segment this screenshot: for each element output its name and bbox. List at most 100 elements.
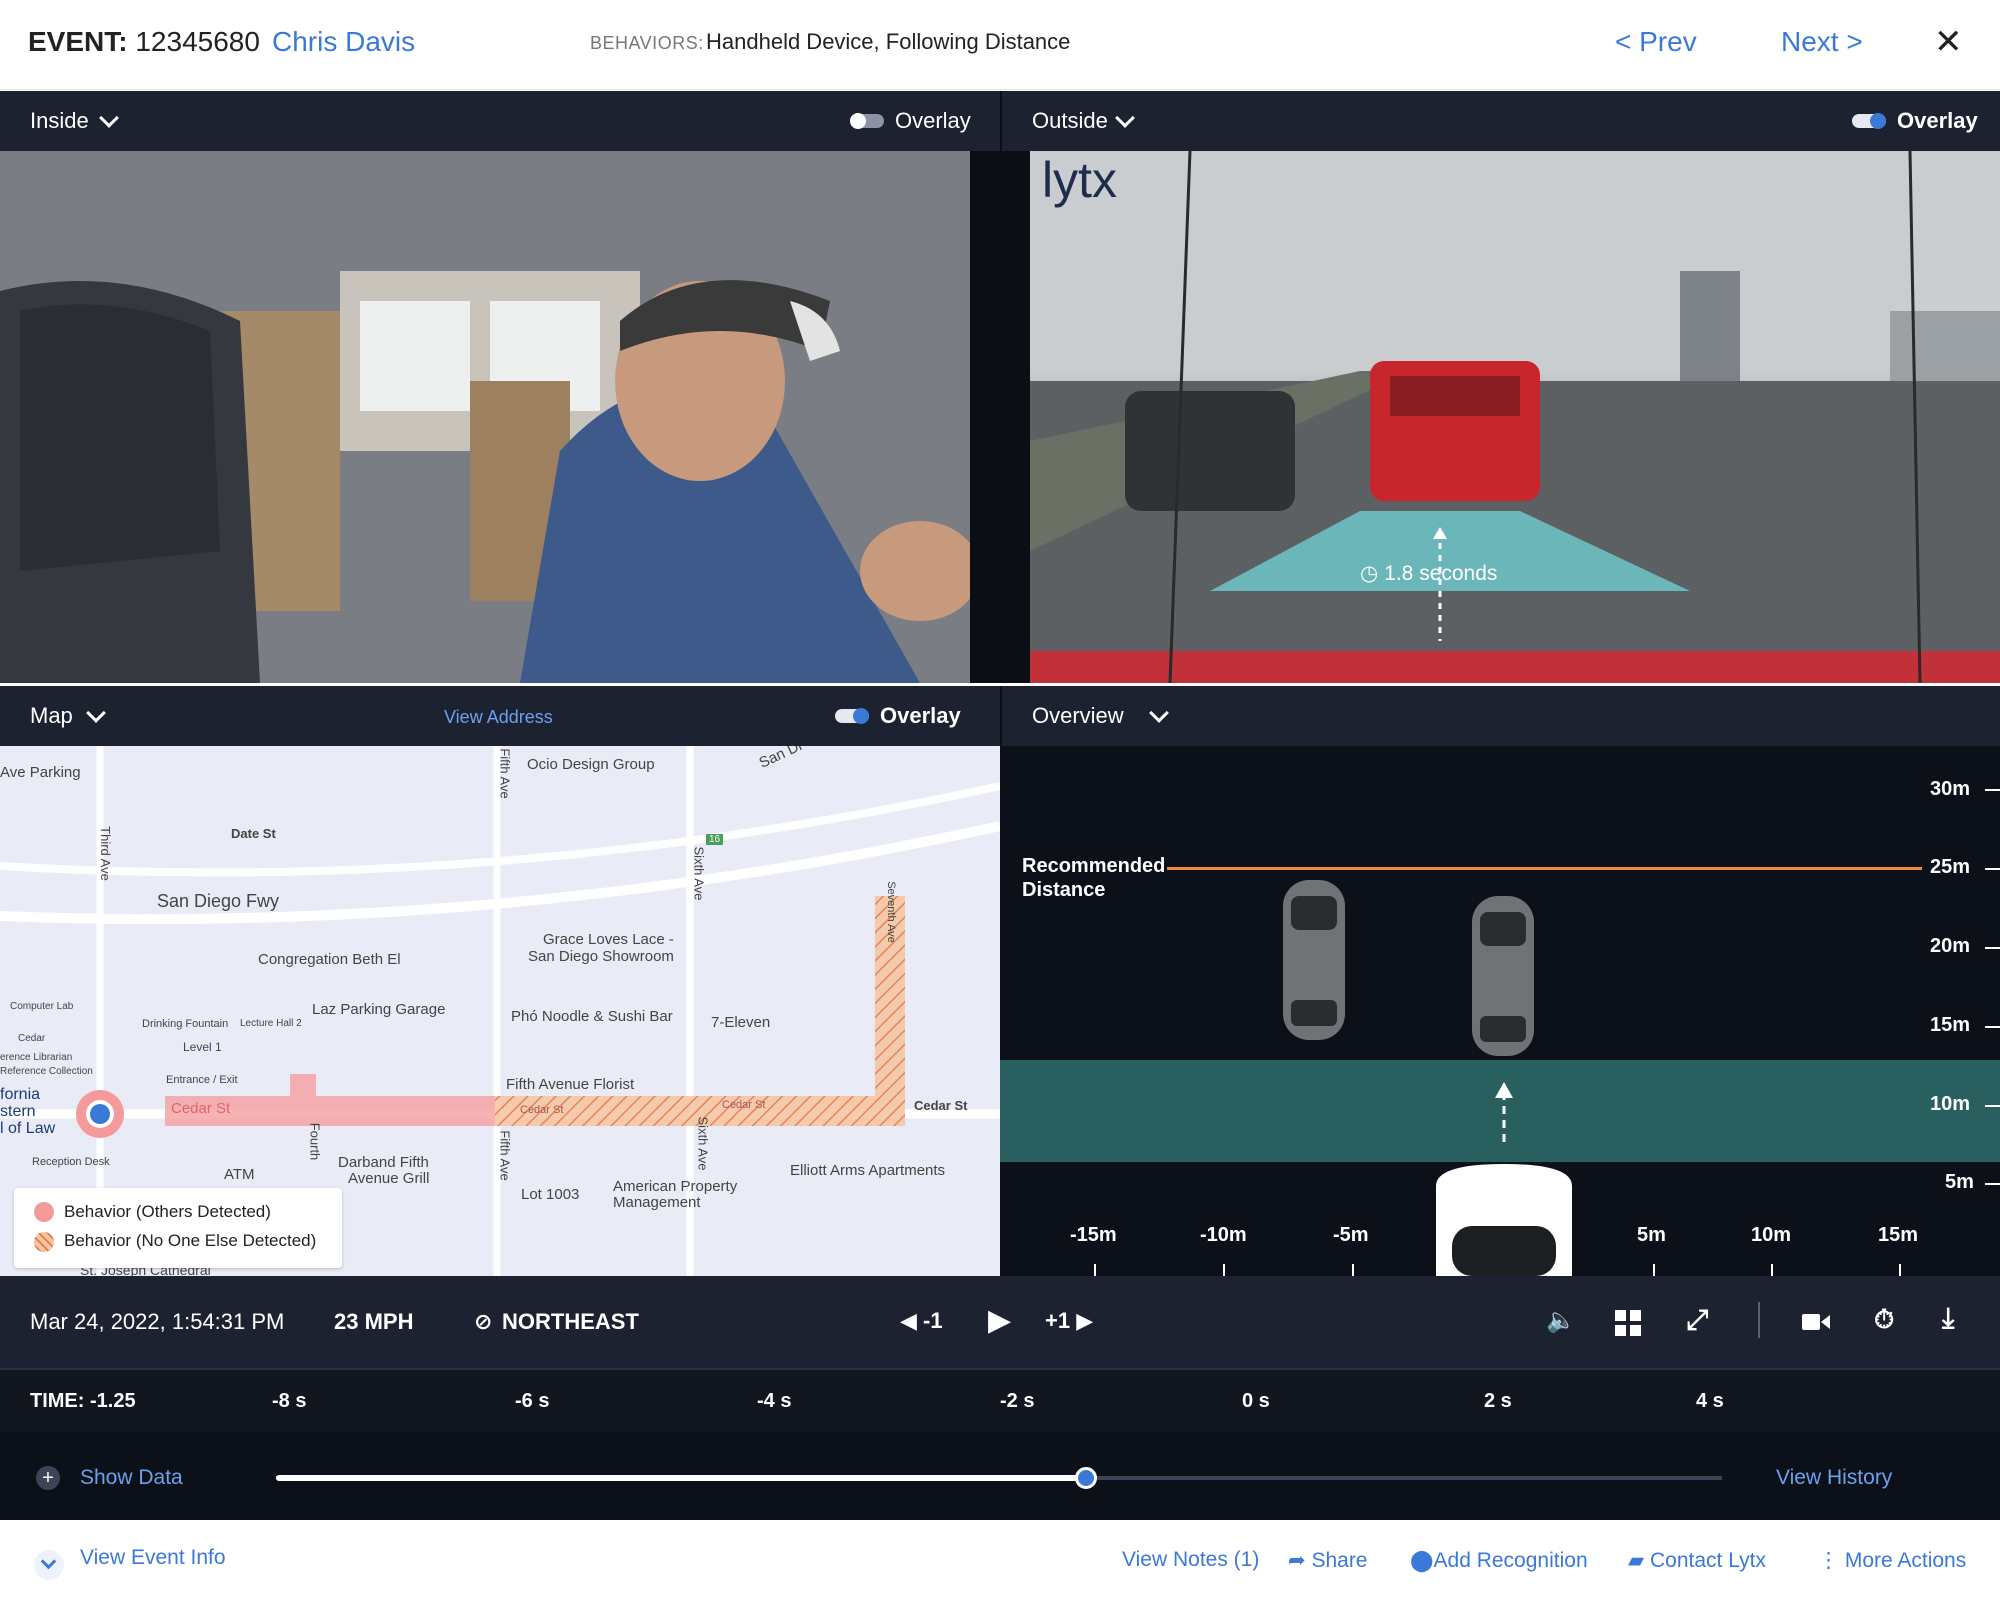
map-view-select[interactable]: Map <box>30 703 73 729</box>
next-button[interactable]: Next > <box>1781 26 1863 58</box>
share-icon: ➦ <box>1288 1549 1306 1572</box>
timeline-tick: -4 s <box>757 1390 792 1412</box>
map-label: Lecture Hall 2 <box>240 1018 302 1029</box>
view-address-link[interactable]: View Address <box>444 707 553 728</box>
map-label: San Diego Fwy <box>157 891 280 911</box>
prev-button[interactable]: < Prev <box>1615 26 1697 58</box>
map-label: Cedar St <box>914 1098 968 1113</box>
chevron-down-icon[interactable] <box>1149 703 1169 723</box>
map-label: ATM <box>224 1166 255 1183</box>
map-label: Drinking Fountain <box>142 1018 229 1030</box>
map-label: 7-Eleven <box>711 1014 771 1031</box>
timeline-tick: -8 s <box>272 1390 307 1412</box>
outside-overlay-toggle[interactable] <box>1852 113 1886 129</box>
volume-icon[interactable]: 🔈 <box>1546 1306 1576 1335</box>
video-camera-icon[interactable] <box>1802 1312 1830 1332</box>
map-label: erence Librarian <box>0 1052 73 1063</box>
timeline-tick: -2 s <box>1000 1390 1035 1412</box>
map-label: fornia <box>0 1086 41 1103</box>
x-scale-label: -10m <box>1200 1224 1247 1246</box>
inside-panel-bar: Inside Overlay <box>0 91 1000 151</box>
map-label: Fifth Avenue Florist <box>506 1076 635 1093</box>
map-label: stern <box>0 1103 36 1120</box>
chevron-down-icon[interactable] <box>34 1550 64 1580</box>
map-label: Level 1 <box>183 1040 222 1054</box>
inside-video-letterbox <box>970 151 1030 683</box>
outside-overlay-label: Overlay <box>1897 108 1978 133</box>
map-label: Date St <box>231 826 276 841</box>
map-label: Reference Collection <box>0 1066 93 1077</box>
map-overlay-toggle[interactable] <box>835 708 869 724</box>
legend-swatch-noone <box>34 1232 54 1252</box>
outside-video-frame <box>1030 151 2000 683</box>
x-scale-label: 10m <box>1751 1224 1792 1246</box>
inside-camera-video[interactable] <box>0 151 970 683</box>
lytx-watermark: lytx <box>1042 152 1117 208</box>
scrub-progress <box>276 1475 1086 1481</box>
legend-label-noone: Behavior (No One Else Detected) <box>64 1231 317 1250</box>
grid-layout-icon[interactable] <box>1615 1310 1641 1336</box>
overview-select[interactable]: Overview <box>1032 703 1124 729</box>
outside-panel-bar: Outside Overlay <box>1000 91 2000 151</box>
view-notes-link[interactable]: View Notes (1) <box>1122 1548 1259 1572</box>
vehicle-speed: 23 MPH <box>334 1309 414 1334</box>
x-scale-label: 5m <box>1637 1224 1666 1246</box>
plus-icon[interactable]: + <box>36 1466 60 1490</box>
chevron-down-icon[interactable] <box>86 703 106 723</box>
step-back-button[interactable]: ◀ -1 <box>900 1308 943 1334</box>
outside-camera-video[interactable]: lytx ◷ 1.8 seconds <box>1030 151 2000 683</box>
more-actions-button[interactable]: ⋮ More Actions <box>1818 1548 1966 1573</box>
kebab-menu-icon: ⋮ <box>1818 1549 1839 1572</box>
step-forward-button[interactable]: +1 ▶ <box>1045 1308 1093 1334</box>
overview-graphics <box>1094 789 2000 1276</box>
play-icon[interactable]: ▶ <box>988 1303 1011 1338</box>
map-label: Seventh Ave <box>884 881 897 943</box>
x-scale-label: -15m <box>1070 1224 1117 1246</box>
inside-video-frame <box>0 151 970 683</box>
fullscreen-icon[interactable]: ⤢ <box>1686 1304 1708 1337</box>
map-label: Cedar St <box>171 1100 231 1117</box>
close-icon[interactable]: ✕ <box>1934 22 1963 62</box>
share-button[interactable]: ➦ Share <box>1288 1548 1368 1573</box>
overview-panel-bar: Overview <box>1000 686 2000 746</box>
map-label: Management <box>613 1194 701 1211</box>
download-icon[interactable]: ⤓ <box>1942 1302 1954 1335</box>
event-title: EVENT: 12345680 <box>28 26 260 57</box>
scrub-bar: + Show Data View History <box>0 1432 2000 1520</box>
map-label: l of Law <box>0 1120 56 1137</box>
map-label: Laz Parking Garage <box>312 1001 446 1018</box>
outside-camera-select[interactable]: Outside <box>1032 108 1108 134</box>
map-label: Computer Lab <box>10 1001 74 1012</box>
map-label: Sixth Ave <box>691 846 707 901</box>
contact-lytx-button[interactable]: ▰ Contact Lytx <box>1628 1548 1766 1573</box>
map-label: Ocio Design Group <box>527 756 655 773</box>
view-event-info-link[interactable]: View Event Info <box>80 1546 226 1570</box>
chevron-down-icon[interactable] <box>99 108 119 128</box>
behaviors-value: Handheld Device, Following Distance <box>706 29 1071 54</box>
map-label: Avenue Grill <box>348 1170 430 1187</box>
show-data-link[interactable]: Show Data <box>80 1466 183 1490</box>
map-label: Congregation Beth El <box>258 951 401 968</box>
following-distance-overview: Recommended Distance 30m 25m 20m 15m 10m … <box>1000 746 2000 1276</box>
legend-label-others: Behavior (Others Detected) <box>64 1202 271 1221</box>
scrub-handle[interactable] <box>1074 1467 1097 1489</box>
vehicle-heading: NORTHEAST <box>502 1309 639 1334</box>
map-label: Grace Loves Lace - <box>543 931 674 948</box>
inside-camera-select[interactable]: Inside <box>30 108 89 134</box>
map-label: Ave Parking <box>0 764 81 781</box>
timer-icon[interactable]: ⏱ <box>1874 1304 1894 1336</box>
chevron-down-icon[interactable] <box>1115 108 1135 128</box>
current-time: TIME: -1.25 <box>30 1390 136 1412</box>
driver-name-link[interactable]: Chris Davis <box>272 26 415 58</box>
map-label: Lot 1003 <box>521 1186 580 1203</box>
timeline-ruler: TIME: -1.25 -8 s -6 s -4 s -2 s 0 s 2 s … <box>0 1368 2000 1432</box>
inside-overlay-toggle[interactable] <box>850 113 884 129</box>
map-label: Phó Noodle & Sushi Bar <box>511 1008 673 1025</box>
event-map[interactable]: Ave Parking Date St San Diego Fwy Congre… <box>0 746 1000 1276</box>
add-recognition-button[interactable]: ⬤Add Recognition <box>1410 1548 1588 1573</box>
event-datetime: Mar 24, 2022, 1:54:31 PM <box>30 1309 285 1334</box>
timeline-tick: 4 s <box>1696 1390 1724 1412</box>
following-distance-label: ◷ 1.8 seconds <box>1360 562 1498 585</box>
map-label: Reception Desk <box>32 1156 110 1168</box>
view-history-link[interactable]: View History <box>1776 1466 1892 1490</box>
